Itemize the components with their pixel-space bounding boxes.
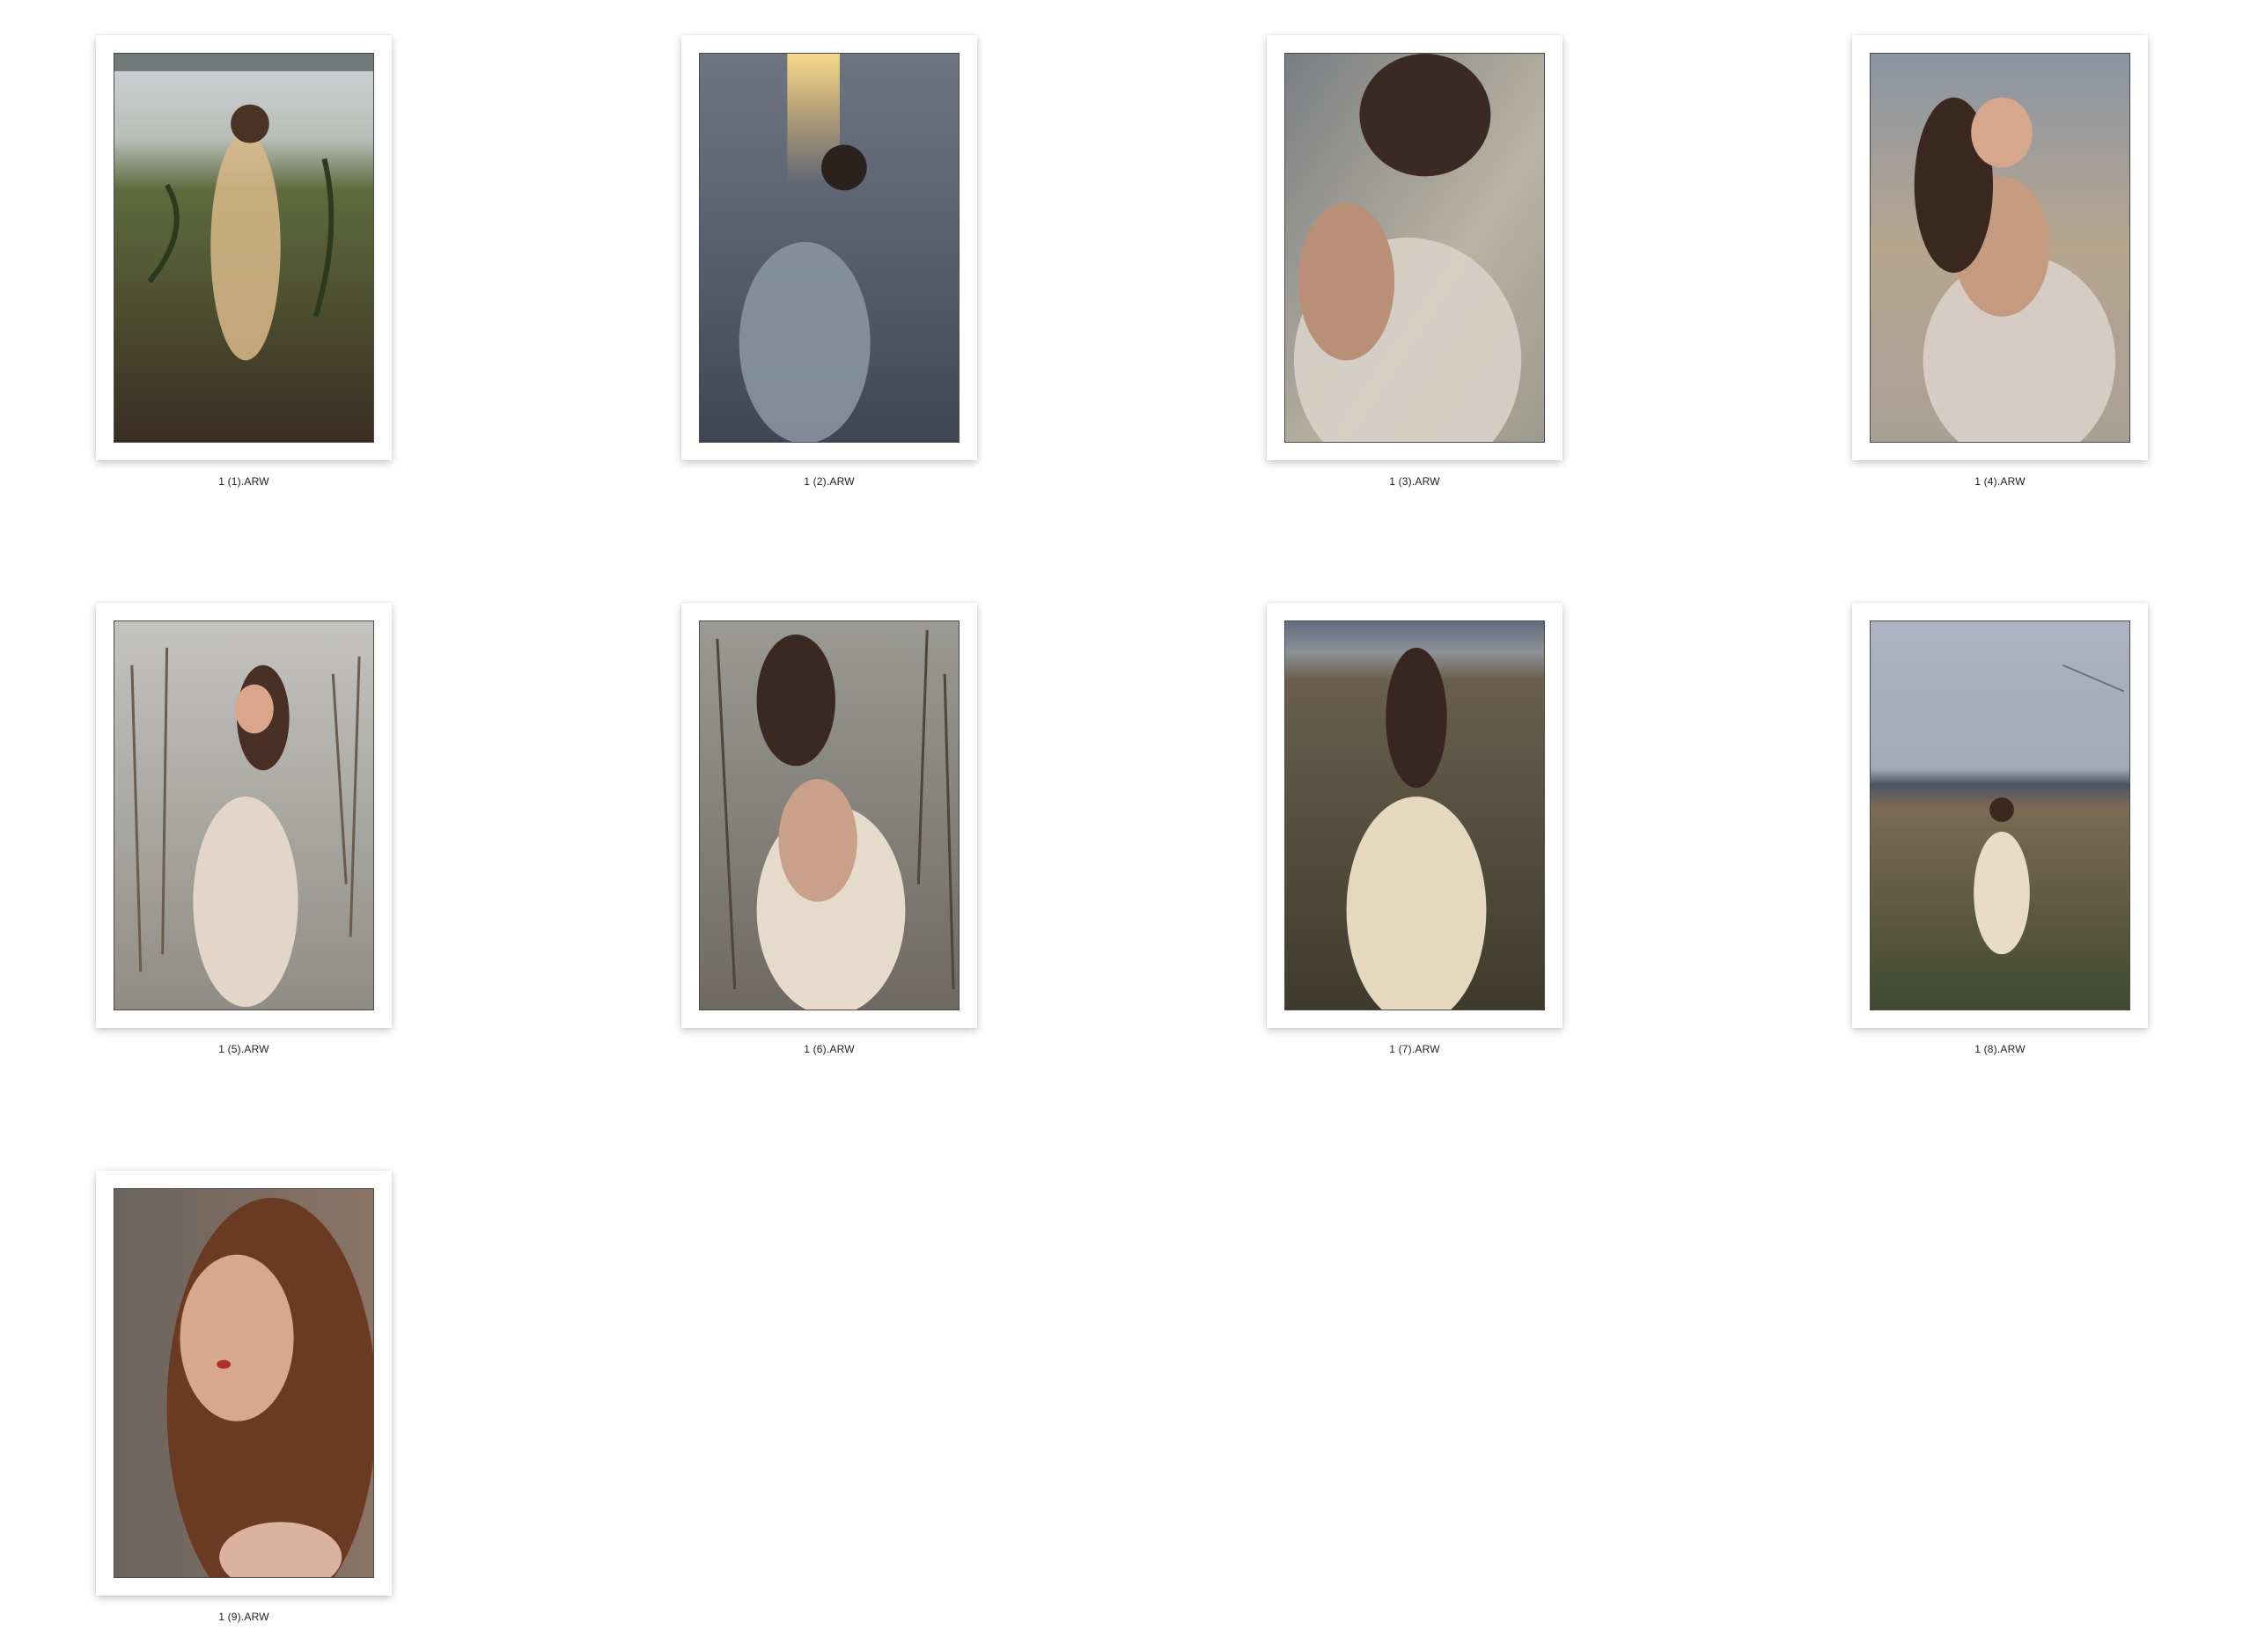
photo-image [1285, 621, 1544, 1010]
thumbnail-card[interactable] [1267, 35, 1562, 460]
thumbnail-item[interactable]: 1 (7).ARW [1202, 568, 1599, 1069]
photo-image [1285, 54, 1544, 442]
photo-thumbnail[interactable] [1284, 53, 1545, 443]
thumbnail-filename: 1 (8).ARW [1974, 1043, 2026, 1055]
photo-image [114, 1189, 373, 1577]
photo-thumbnail[interactable] [114, 620, 374, 1010]
photo-thumbnail[interactable] [1870, 53, 2130, 443]
thumbnail-item[interactable]: 1 (1).ARW [32, 0, 428, 502]
thumbnail-card[interactable] [681, 603, 977, 1028]
thumbnail-filename: 1 (2).ARW [804, 475, 855, 488]
thumbnail-filename: 1 (6).ARW [804, 1043, 855, 1055]
thumbnail-item[interactable]: 1 (5).ARW [32, 568, 428, 1069]
thumbnail-card[interactable] [681, 35, 977, 460]
thumbnail-filename: 1 (4).ARW [1974, 475, 2026, 488]
photo-thumbnail[interactable] [114, 1188, 374, 1578]
photo-thumbnail[interactable] [699, 53, 960, 443]
photo-thumbnail[interactable] [1284, 620, 1545, 1010]
thumbnail-card[interactable] [1852, 35, 2148, 460]
photo-image [114, 54, 373, 442]
thumbnail-card[interactable] [96, 603, 392, 1028]
photo-thumbnail[interactable] [1870, 620, 2130, 1010]
thumbnail-item[interactable]: 1 (3).ARW [1202, 0, 1599, 502]
thumbnail-filename: 1 (7).ARW [1389, 1043, 1440, 1055]
photo-thumbnail[interactable] [699, 620, 960, 1010]
thumbnail-item[interactable]: 1 (4).ARW [1788, 0, 2184, 502]
thumbnail-card[interactable] [96, 35, 392, 460]
photo-image [1871, 621, 2129, 1010]
thumbnail-filename: 1 (5).ARW [218, 1043, 269, 1055]
thumbnail-item[interactable]: 1 (9).ARW [32, 1135, 428, 1637]
photo-image [114, 621, 373, 1010]
thumbnail-card[interactable] [1852, 603, 2148, 1028]
photo-image [700, 621, 959, 1010]
photo-thumbnail[interactable] [114, 53, 374, 443]
thumbnail-item[interactable]: 1 (2).ARW [617, 0, 1013, 502]
thumbnail-filename: 1 (9).ARW [218, 1611, 269, 1623]
thumbnail-card[interactable] [1267, 603, 1562, 1028]
thumbnail-card[interactable] [96, 1171, 392, 1596]
thumbnail-filename: 1 (3).ARW [1389, 475, 1440, 488]
thumbnail-filename: 1 (1).ARW [218, 475, 269, 488]
thumbnail-grid: 1 (1).ARW 1 (2).ARW 1 (3).ARW 1 (4).ARW … [0, 0, 2250, 1652]
thumbnail-item[interactable]: 1 (8).ARW [1788, 568, 2184, 1069]
thumbnail-item[interactable]: 1 (6).ARW [617, 568, 1013, 1069]
photo-image [700, 54, 959, 442]
photo-image [1871, 54, 2129, 442]
